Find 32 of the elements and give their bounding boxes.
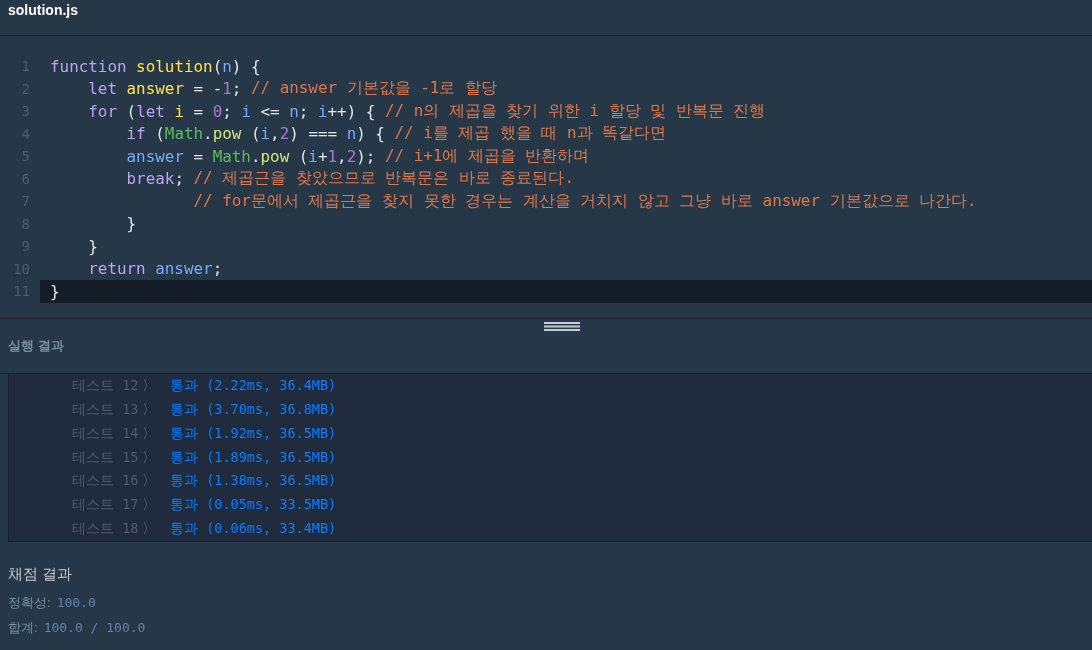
chevron-separator: 〉: [142, 400, 157, 419]
code-line: answer = Math.pow (i+1,2); // i+1에 제곱을 반환하며: [125, 145, 591, 168]
chevron-separator: 〉: [142, 424, 157, 443]
test-result: 통과 (2.22ms, 36.4MB): [170, 376, 337, 395]
score-value: 100.0: [56, 595, 96, 610]
chevron-separator: 〉: [142, 448, 157, 467]
test-result: 통과 (1.38ms, 36.5MB): [170, 472, 337, 491]
drag-handle[interactable]: [544, 321, 580, 331]
code-line: let answer = -1; // answer 기본값을 -1로 할당: [87, 77, 498, 100]
test-result: 통과 (0.05ms, 33.5MB): [170, 496, 337, 515]
code-line: // for문에서 제곱근을 찾지 못한 경우는 계산을 거치지 않고 그냥 바로 answer 기본값으로 나간다.: [192, 190, 978, 212]
chevron-separator: 〉: [142, 472, 157, 491]
test-result: 통과 (1.89ms, 36.5MB): [170, 448, 337, 467]
panel-title: 실행 결과: [8, 337, 64, 355]
chevron-separator: 〉: [142, 376, 157, 395]
score-label: 합계:: [8, 619, 38, 637]
code-line: }: [87, 235, 99, 258]
code-line: for (let i = 0; i <= n; i++) { // n의 제곱을 찾기 위한 i 할당 및 반복문 진행: [87, 100, 767, 123]
code-line: break; // 제곱근을 찾았으므로 반복문은 바로 종료된다.: [125, 167, 576, 190]
test-result: 통과 (0.06ms, 33.4MB): [170, 520, 337, 539]
file-tab-title[interactable]: solution.js: [8, 2, 78, 18]
test-result: 통과 (3.70ms, 36.8MB): [170, 400, 337, 419]
chevron-separator: 〉: [142, 496, 157, 515]
code-line: if (Math.pow (i,2) === n) { // i를 제곱 했을 때 n과 똑같다면: [125, 122, 668, 145]
code-line: return answer;: [87, 258, 224, 280]
score-label: 정확성:: [8, 594, 51, 612]
chevron-separator: 〉: [142, 520, 157, 539]
test-result: 통과 (1.92ms, 36.5MB): [170, 424, 337, 443]
score-value: 100.0 / 100.0: [43, 620, 146, 635]
section-title: 채점 결과: [8, 565, 74, 584]
code-line: }: [125, 213, 138, 235]
code-line: function solution(n) {: [49, 55, 262, 78]
